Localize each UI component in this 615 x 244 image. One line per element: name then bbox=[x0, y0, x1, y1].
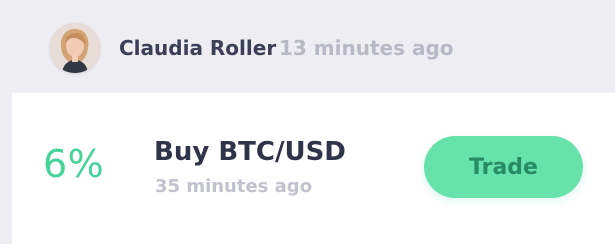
author-name[interactable]: Claudia Roller bbox=[119, 36, 276, 60]
post-timestamp: 13 minutes ago bbox=[279, 36, 454, 60]
card-divider bbox=[12, 92, 615, 93]
trade-percent: 6% bbox=[43, 142, 105, 186]
post-header: Claudia Roller 13 minutes ago bbox=[0, 0, 615, 92]
trade-button-label: Trade bbox=[469, 154, 538, 180]
trade-button[interactable]: Trade bbox=[424, 136, 583, 198]
avatar[interactable] bbox=[50, 23, 100, 73]
trade-title: Buy BTC/USD bbox=[154, 137, 346, 167]
trade-timestamp: 35 minutes ago bbox=[155, 176, 313, 197]
avatar-photo-icon bbox=[50, 23, 100, 73]
